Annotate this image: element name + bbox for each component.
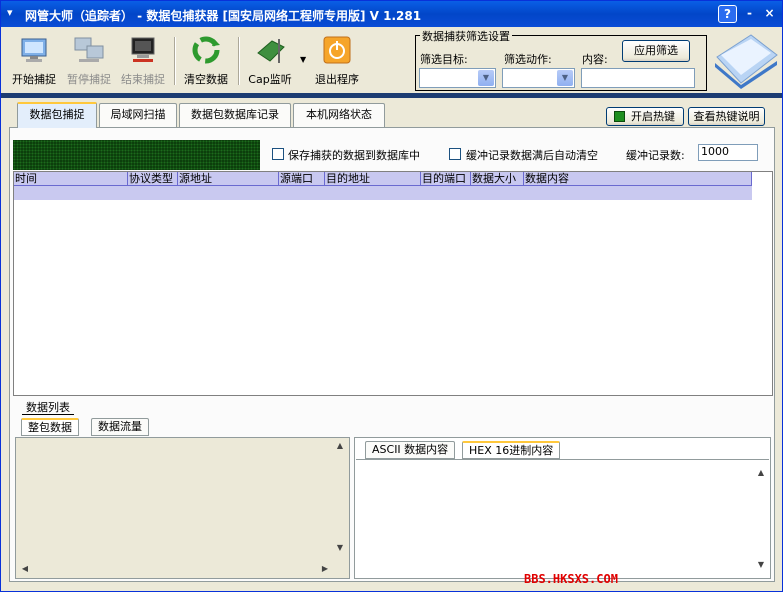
packet-grid: 时间 协议类型 源地址 源端口 目的地址 目的端口 数据大小 数据内容 (13, 171, 773, 396)
toolbar-divider (1, 93, 782, 98)
cap-monitor-button[interactable]: Cap监听 (246, 35, 294, 87)
packet-summary-pane: ▲ ▼ ◀ ▶ (15, 437, 350, 579)
enable-hotkey-label: 开启热键 (631, 110, 675, 123)
apply-filter-button[interactable]: 应用筛选 (622, 40, 690, 62)
monitor-icon (18, 35, 50, 65)
grid-header: 时间 协议类型 源地址 源端口 目的地址 目的端口 数据大小 数据内容 (14, 172, 752, 186)
network-card-icon (254, 35, 286, 65)
tab-data-flow[interactable]: 数据流量 (91, 418, 149, 436)
close-button[interactable]: × (760, 5, 779, 23)
filter-content-input[interactable] (581, 68, 695, 88)
power-icon (321, 35, 353, 65)
app-icon: ▾ (7, 6, 13, 19)
column-dest-address[interactable]: 目的地址 (325, 172, 421, 186)
column-dest-port[interactable]: 目的端口 (421, 172, 471, 186)
scroll-down-icon[interactable]: ▼ (334, 543, 346, 552)
detail-area: 整包数据 数据流量 ▲ ▼ ◀ ▶ ASCII 数据内容 HEX 16进制内容 … (13, 416, 773, 581)
toolbar-separator (238, 37, 240, 85)
stop-computer-icon (127, 35, 159, 65)
scroll-down-icon[interactable]: ▼ (755, 560, 767, 569)
cap-monitor-label: Cap监听 (248, 73, 292, 86)
pause-capture-button[interactable]: 暂停捕捉 (64, 35, 114, 87)
window-title: 网管大师（追踪者） - 数据包捕获器 [国安局网络工程师专用版] V 1.281 (25, 9, 422, 23)
toolbar: 开始捕捉 暂停捕捉 结束捕捉 清空数据 Cap监听 ▼ 退出程序 数据捕获筛选设… (1, 27, 782, 93)
chevron-down-icon[interactable]: ▼ (478, 70, 494, 86)
buffer-count-label: 缓冲记录数: (626, 149, 685, 162)
hotkey-help-button[interactable]: 查看热键说明 (688, 107, 765, 126)
cap-dropdown-icon[interactable]: ▼ (300, 55, 306, 64)
documents-logo-icon (711, 29, 779, 89)
filter-group: 数据捕获筛选设置 筛选目标: 筛选动作: 内容: ▼ ▼ 应用筛选 (415, 28, 707, 91)
toolbar-separator (174, 37, 176, 85)
save-db-checkbox[interactable] (272, 148, 284, 160)
pause-capture-label: 暂停捕捉 (67, 73, 111, 86)
packet-content-pane: ASCII 数据内容 HEX 16进制内容 ▲ ▼ (354, 437, 771, 579)
recycle-icon (190, 35, 222, 65)
clear-data-button[interactable]: 清空数据 (181, 35, 231, 87)
tab-hex[interactable]: HEX 16进制内容 (462, 441, 561, 459)
tab-packet-capture[interactable]: 数据包捕捉 (17, 102, 97, 128)
filter-content-label: 内容: (582, 53, 608, 66)
column-source-address[interactable]: 源地址 (178, 172, 279, 186)
tab-db-records[interactable]: 数据包数据库记录 (179, 103, 291, 127)
start-capture-button[interactable]: 开始捕捉 (9, 35, 59, 87)
scroll-right-icon[interactable]: ▶ (319, 564, 331, 573)
chevron-down-icon[interactable]: ▼ (557, 70, 573, 86)
buffer-count-input[interactable]: 1000 (698, 144, 758, 161)
data-list-tab[interactable]: 数据列表 (22, 399, 74, 415)
column-data-content[interactable]: 数据内容 (524, 172, 752, 186)
auto-clear-checkbox[interactable] (449, 148, 461, 160)
auto-clear-label: 缓冲记录数据满后自动清空 (466, 149, 598, 162)
scroll-up-icon[interactable]: ▲ (334, 441, 346, 450)
stop-capture-button[interactable]: 结束捕捉 (118, 35, 168, 87)
vertical-scrollbar[interactable]: ▲ ▼ (755, 460, 769, 576)
filter-action-select[interactable]: ▼ (502, 68, 575, 88)
table-row[interactable] (14, 186, 752, 200)
minimize-button[interactable]: - (740, 5, 759, 23)
enable-hotkey-button[interactable]: 开启热键 (606, 107, 684, 126)
network-computers-icon (73, 35, 105, 65)
stop-capture-label: 结束捕捉 (121, 73, 165, 86)
filter-target-select[interactable]: ▼ (419, 68, 496, 88)
vertical-scrollbar[interactable]: ▲ ▼ (334, 439, 348, 563)
exit-button[interactable]: 退出程序 (311, 35, 363, 87)
tab-network-status[interactable]: 本机网络状态 (293, 103, 385, 127)
column-protocol[interactable]: 协议类型 (128, 172, 178, 186)
capture-panel: 保存捕获的数据到数据库中 缓冲记录数据满后自动清空 缓冲记录数: 1000 时间… (9, 127, 775, 582)
start-capture-label: 开始捕捉 (12, 73, 56, 86)
column-source-port[interactable]: 源端口 (279, 172, 325, 186)
scroll-left-icon[interactable]: ◀ (19, 564, 31, 573)
traffic-led-display (13, 140, 260, 170)
column-time[interactable]: 时间 (14, 172, 128, 186)
hex-content-area[interactable]: ▲ ▼ (356, 459, 769, 577)
tab-lan-scan[interactable]: 局域网扫描 (99, 103, 177, 127)
title-bar: ▾ 网管大师（追踪者） - 数据包捕获器 [国安局网络工程师专用版] V 1.2… (1, 1, 782, 27)
scroll-up-icon[interactable]: ▲ (755, 468, 767, 477)
column-data-size[interactable]: 数据大小 (471, 172, 524, 186)
filter-group-title: 数据捕获筛选设置 (420, 28, 512, 44)
main-window: ▾ 网管大师（追踪者） - 数据包捕获器 [国安局网络工程师专用版] V 1.2… (0, 0, 783, 592)
save-db-label: 保存捕获的数据到数据库中 (288, 149, 420, 162)
tab-ascii[interactable]: ASCII 数据内容 (365, 441, 456, 459)
horizontal-scrollbar[interactable]: ◀ ▶ (17, 563, 335, 577)
watermark: BBS.HKSXS.COM (524, 572, 618, 586)
exit-label: 退出程序 (315, 73, 359, 86)
filter-target-label: 筛选目标: (420, 53, 468, 66)
tab-whole-packet[interactable]: 整包数据 (21, 418, 79, 436)
hotkey-status-indicator (614, 111, 625, 122)
filter-action-label: 筛选动作: (504, 53, 552, 66)
help-button[interactable]: ? (718, 5, 737, 23)
clear-data-label: 清空数据 (184, 73, 228, 86)
